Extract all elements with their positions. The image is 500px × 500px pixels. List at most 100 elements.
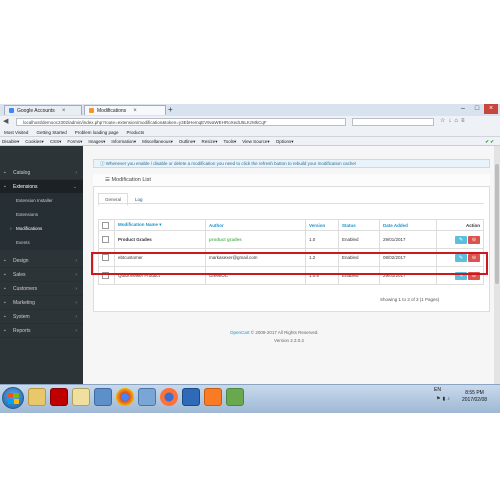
sidebar-item-catalog[interactable]: ▪ Catalog › [0, 166, 83, 180]
clock[interactable]: 8:55 PM 2017/02/08 [462, 390, 487, 404]
dev-resize[interactable]: Resize▾ [201, 137, 217, 145]
dev-information[interactable]: Information▾ [111, 137, 136, 145]
search-input[interactable] [352, 118, 434, 126]
chevron-right-icon: › [75, 170, 77, 176]
sidebar-item-sales[interactable]: ▪ Sales › [0, 268, 83, 282]
column-action: Action [436, 219, 484, 231]
chrome-icon[interactable] [116, 388, 134, 406]
chevron-right-icon: › [75, 272, 77, 278]
close-icon[interactable]: × [62, 106, 66, 116]
dev-images[interactable]: Images▾ [88, 137, 105, 145]
firefox-icon[interactable] [160, 388, 178, 406]
toolbar-icons: ☆↓⌂≡ [440, 117, 468, 124]
sidebar-item-marketing[interactable]: ▪ Marketing › [0, 296, 83, 310]
share-icon: ▪ [4, 300, 6, 306]
column-date-added[interactable]: Date Added [379, 219, 437, 231]
cell-name: Product Grades [114, 230, 206, 249]
sidebar-item-extensions-sub[interactable]: Extensions [0, 208, 83, 222]
dev-outline[interactable]: Outline▾ [179, 137, 196, 145]
column-name[interactable]: Modification Name ▾ [114, 219, 206, 231]
tab-favicon-icon [89, 108, 94, 113]
column-version[interactable]: Version [305, 219, 339, 231]
sidebar-item-design[interactable]: ▪ Design › [0, 254, 83, 268]
panel-tabs: General Log [98, 193, 150, 206]
new-tab-icon[interactable]: + [168, 106, 173, 114]
media-player-icon[interactable] [182, 388, 200, 406]
cell-author: product grades [204, 230, 307, 249]
tab-label: Modifications [97, 107, 127, 114]
chevron-right-icon: › [75, 328, 77, 334]
link-icon[interactable]: ✎ [455, 235, 467, 244]
network-icon[interactable] [138, 388, 156, 406]
language-indicator[interactable]: EN [434, 387, 441, 393]
web-developer-toolbar: Disable▾ Cookies▾ CSS▾ Forms▾ Images▾ In… [0, 137, 500, 146]
volume-icon[interactable]: ♪ [447, 396, 452, 402]
bookmark-products[interactable]: Products [127, 128, 145, 136]
dev-miscellaneous[interactable]: Miscellaneous▾ [142, 137, 173, 145]
opencart-link[interactable]: OpenCart [230, 330, 250, 335]
photo-viewer-icon[interactable] [226, 388, 244, 406]
sidebar-item-extension-installer[interactable]: Extension Installer [0, 194, 83, 208]
scrollbar-thumb[interactable] [495, 164, 499, 284]
sidebar-item-modifications[interactable]: › Modifications [0, 222, 83, 236]
xampp-icon[interactable] [204, 388, 222, 406]
clock-date: 2017/02/08 [462, 397, 488, 403]
column-status[interactable]: Status [338, 219, 380, 231]
footer-copyright: OpenCart © 2009-2017 All Rights Reserved… [230, 330, 319, 335]
bookmark-getting-started[interactable]: Getting Started [36, 128, 66, 136]
disable-button[interactable]: ⊝ [468, 235, 480, 244]
dev-tools[interactable]: Tools▾ [223, 137, 236, 145]
dev-forms[interactable]: Forms▾ [67, 137, 82, 145]
close-icon[interactable]: × [133, 106, 137, 116]
bookmark-most-visited[interactable]: Most Visited [4, 128, 28, 136]
panel-title: Modification List [111, 177, 151, 183]
close-window-icon[interactable]: × [484, 104, 498, 114]
url-field[interactable]: localhost/demooc2302/admin/index.php?rou… [16, 118, 346, 126]
dev-view-source[interactable]: View Source▾ [242, 137, 269, 145]
bookmark-problem-loading[interactable]: Problem loading page [75, 128, 119, 136]
select-all-checkbox[interactable] [102, 221, 109, 229]
sidebar-item-extensions[interactable]: ▪ Extensions ⌄ [0, 180, 83, 194]
bullet-icon: › [10, 226, 12, 232]
tab-log[interactable]: Log [128, 193, 150, 206]
back-icon[interactable]: ◀ [3, 117, 8, 125]
sidebar-item-reports[interactable]: ▪ Reports › [0, 324, 83, 338]
cell-status: Enabled [338, 230, 380, 249]
menu-icon[interactable]: ≡ [461, 118, 468, 124]
tab-google-accounts[interactable]: Google Accounts × [4, 105, 82, 115]
cell-date: 29/01/2017 [379, 230, 437, 249]
table-row: Product Grades product grades 1.0 Enable… [98, 230, 484, 249]
chevron-right-icon: › [75, 286, 77, 292]
sidebar-item-system[interactable]: ▪ System › [0, 310, 83, 324]
tab-modifications[interactable]: Modifications × [84, 105, 166, 115]
dev-css[interactable]: CSS▾ [50, 137, 62, 145]
clock-time: 8:55 PM [465, 390, 484, 396]
paint-icon[interactable] [94, 388, 112, 406]
chevron-right-icon: › [75, 314, 77, 320]
sidebar-item-events[interactable]: Events [0, 236, 83, 250]
info-alert: ⓘ Whenever you enable / disable or delet… [93, 159, 490, 168]
chevron-right-icon: › [75, 300, 77, 306]
check-icon: ✔ ✔ [485, 139, 494, 144]
tab-general[interactable]: General [98, 193, 129, 206]
sidebar-item-customers[interactable]: ▪ Customers › [0, 282, 83, 296]
filezilla-icon[interactable] [50, 388, 68, 406]
dev-cookies[interactable]: Cookies▾ [25, 137, 44, 145]
minimize-icon[interactable]: – [456, 104, 470, 114]
highlight-box [91, 252, 488, 275]
dev-options[interactable]: Options▾ [276, 137, 294, 145]
start-button[interactable] [2, 387, 24, 409]
windows-logo-icon [8, 393, 19, 404]
maximize-icon[interactable]: □ [470, 104, 484, 114]
dev-disable[interactable]: Disable▾ [2, 137, 19, 145]
tab-divider [98, 203, 484, 204]
explorer-icon[interactable] [72, 388, 90, 406]
column-author[interactable]: Author [204, 219, 307, 231]
cell-version: 1.0 [305, 230, 339, 249]
tag-icon: ▪ [4, 170, 6, 176]
folder-icon[interactable] [28, 388, 46, 406]
row-checkbox[interactable] [102, 236, 109, 243]
footer-version: Version 2.3.0.2 [274, 338, 305, 343]
sort-icon: ▾ [159, 222, 162, 227]
bookmarks-bar: Most Visited Getting Started Problem loa… [0, 128, 500, 137]
